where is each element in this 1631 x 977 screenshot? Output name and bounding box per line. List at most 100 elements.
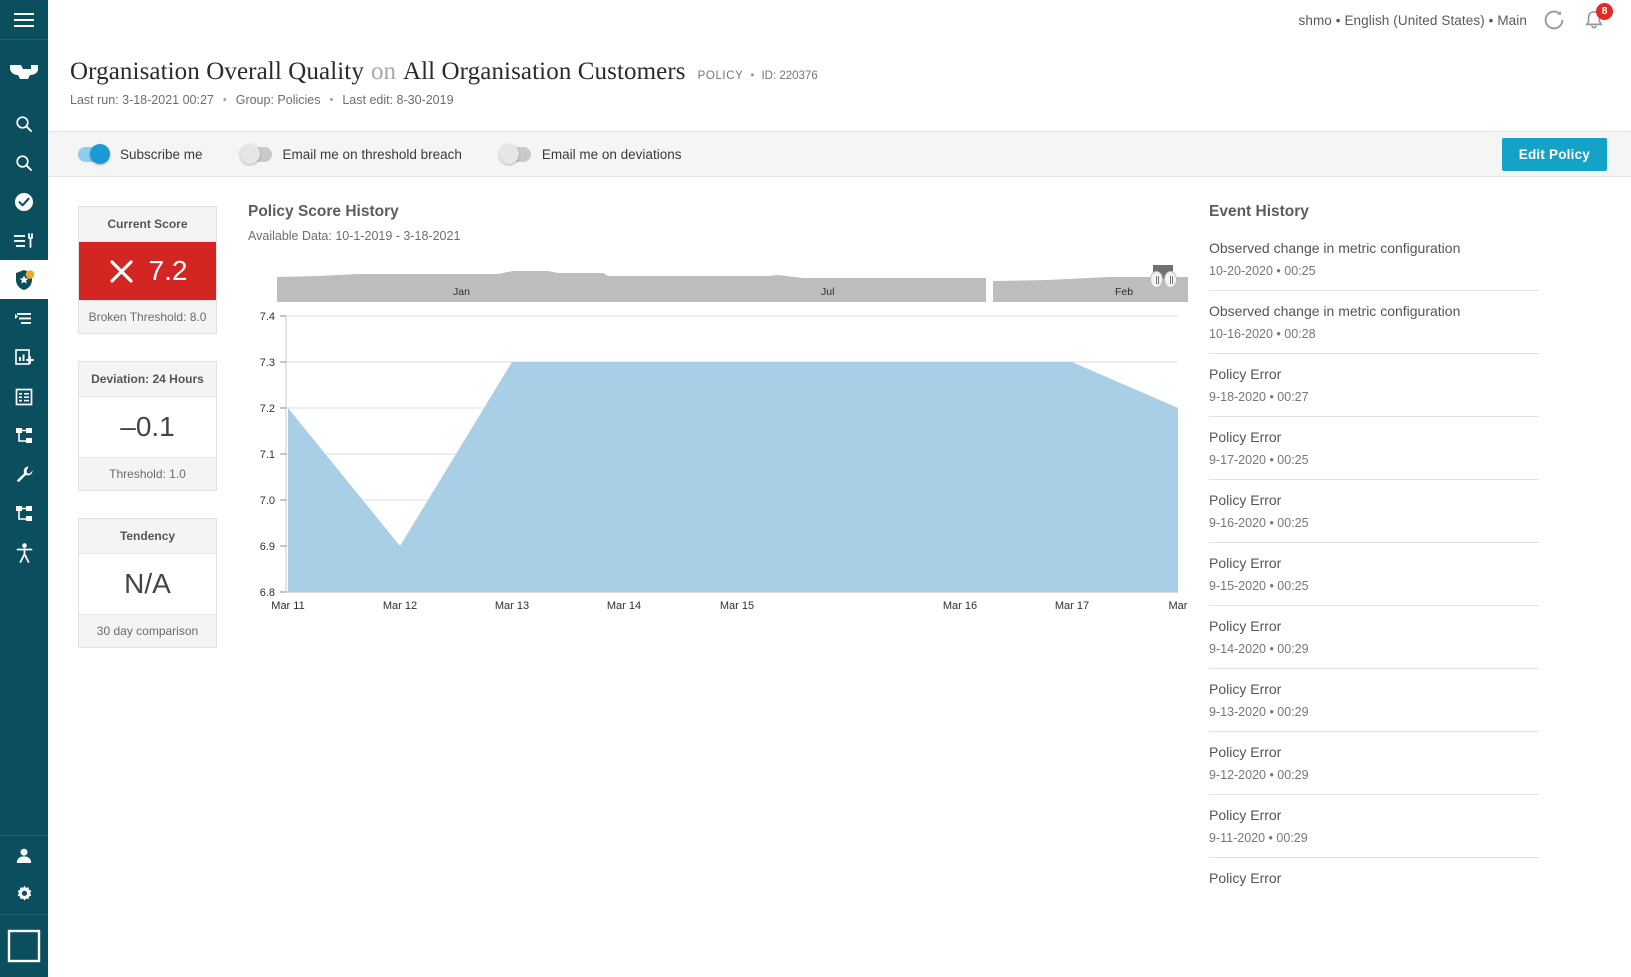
last-edit-label: Last edit: 8-30-2019	[342, 93, 454, 107]
left-sidebar	[0, 0, 48, 977]
kpi-cards: Current Score 7.2 Broken Threshold: 8.0 …	[78, 206, 217, 675]
chart-plot-area[interactable]: 7.4 7.3 7.2 7.1 7.0 6.9 6.8 Mar 11 Mar 1…	[248, 304, 1188, 624]
policy-score-history-chart: Policy Score History Available Data: 10-…	[248, 203, 1188, 624]
event-history-item[interactable]: Policy Error 9-15-2020 • 00:25	[1209, 555, 1539, 606]
list-tools-icon	[14, 232, 33, 248]
wrench-icon	[16, 466, 33, 483]
sidebar-item-settings[interactable]	[0, 875, 48, 914]
event-history-item[interactable]: Observed change in metric configuration 1…	[1209, 303, 1539, 354]
edit-policy-button[interactable]: Edit Policy	[1501, 137, 1607, 171]
event-timestamp: 9-14-2020 • 00:29	[1209, 642, 1309, 656]
page-submeta: Last run: 3-18-2021 00:27 • Group: Polic…	[70, 93, 1170, 107]
accessibility-icon	[16, 542, 32, 563]
event-history-item[interactable]: Policy Error 9-14-2020 • 00:29	[1209, 618, 1539, 669]
anvil-logo-icon[interactable]	[0, 40, 48, 104]
tendency-card: Tendency N/A 30 day comparison	[78, 518, 217, 648]
sidebar-item-accessibility[interactable]	[0, 533, 48, 572]
y-tick-7-4: 7.4	[260, 311, 275, 323]
event-history-item[interactable]: Policy Error 9-17-2020 • 00:25	[1209, 429, 1539, 480]
table-icon	[15, 388, 33, 405]
page-root: shmo • English (United States) • Main 8 …	[0, 0, 1631, 977]
event-name: Policy Error	[1209, 744, 1282, 760]
event-name: Observed change in metric configuration	[1209, 240, 1461, 256]
event-name: Policy Error	[1209, 681, 1282, 697]
event-history-item[interactable]: Policy Error 9-11-2020 • 00:29	[1209, 807, 1539, 858]
sidebar-item-search[interactable]	[0, 104, 48, 143]
event-history-item[interactable]: Policy Error 9-13-2020 • 00:29	[1209, 681, 1539, 732]
panel-frame-icon[interactable]	[0, 915, 48, 977]
chart-x-axis: Mar 11 Mar 12 Mar 13 Mar 14 Mar 15 Mar 1…	[271, 600, 1188, 612]
y-tick-7-3: 7.3	[260, 357, 275, 369]
submeta-dot-1: •	[222, 94, 227, 106]
x-tick-mar-13: Mar 13	[495, 600, 529, 612]
entity-kind-label: POLICY	[697, 70, 744, 82]
email-deviations-label: Email me on deviations	[541, 146, 682, 162]
event-name: Policy Error	[1209, 618, 1282, 634]
event-timestamp: 10-16-2020 • 00:28	[1209, 327, 1316, 341]
on-word-label: on	[370, 58, 396, 85]
sidebar-item-tools[interactable]	[0, 455, 48, 494]
sidebar-item-policies[interactable]	[0, 260, 48, 299]
email-threshold-breach-toggle[interactable]: Email me on threshold breach	[239, 144, 462, 164]
bell-icon[interactable]: 8	[1581, 3, 1613, 33]
event-history-item[interactable]: Policy Error 9-12-2020 • 00:29	[1209, 744, 1539, 795]
sidebar-item-lineage[interactable]	[0, 416, 48, 455]
sidebar-item-filters[interactable]	[0, 299, 48, 338]
x-tick-mar-16: Mar 16	[943, 600, 977, 612]
event-timestamp: 9-16-2020 • 00:25	[1209, 516, 1309, 530]
event-name: Policy Error	[1209, 870, 1282, 886]
sidebar-item-discovery[interactable]	[0, 143, 48, 182]
event-history-title: Event History	[1209, 203, 1309, 220]
event-history-item[interactable]: Policy Error 9-18-2020 • 00:27	[1209, 366, 1539, 417]
score-area-series	[288, 362, 1178, 592]
current-score-card: Current Score 7.2 Broken Threshold: 8.0	[78, 206, 217, 334]
event-timestamp: 9-11-2020 • 00:29	[1209, 831, 1308, 845]
event-history-item[interactable]: Policy Error 9-16-2020 • 00:25	[1209, 492, 1539, 543]
x-tick-mar-15: Mar 15	[720, 600, 754, 612]
y-tick-6-8: 6.8	[260, 587, 275, 599]
current-score-value-row: 7.2	[79, 242, 216, 300]
event-history-item[interactable]: Policy Error	[1209, 870, 1539, 906]
hierarchy-icon	[15, 427, 32, 443]
switch-knob	[90, 144, 110, 164]
chart-range-navigator[interactable]: Jan Jul Feb	[248, 257, 1188, 302]
event-name: Policy Error	[1209, 429, 1282, 445]
event-name: Policy Error	[1209, 807, 1282, 823]
title-separator: •	[750, 70, 755, 82]
chart-title: Policy Score History	[248, 203, 399, 220]
event-name: Policy Error	[1209, 555, 1282, 571]
sidebar-item-reports[interactable]	[0, 338, 48, 377]
event-timestamp: 9-17-2020 • 00:25	[1209, 453, 1309, 467]
sidebar-item-profile[interactable]	[0, 836, 48, 875]
tendency-value: N/A	[124, 568, 171, 599]
email-deviations-switch[interactable]	[498, 144, 531, 164]
subscribe-me-switch[interactable]	[78, 144, 110, 164]
y-tick-7-0: 7.0	[260, 495, 275, 507]
hamburger-menu-icon[interactable]	[0, 0, 48, 40]
switch-knob	[498, 144, 519, 164]
email-deviations-toggle[interactable]: Email me on deviations	[498, 144, 682, 164]
sidebar-item-rules[interactable]	[0, 221, 48, 260]
navigator-handle-right[interactable]	[1164, 271, 1177, 288]
sidebar-item-workflow[interactable]	[0, 494, 48, 533]
sidebar-item-catalog[interactable]	[0, 377, 48, 416]
navigator-handle-left[interactable]	[1150, 271, 1163, 288]
sidebar-item-quality[interactable]	[0, 182, 48, 221]
filter-icon	[15, 312, 31, 324]
event-timestamp: 9-15-2020 • 00:25	[1209, 579, 1309, 593]
deviation-threshold: Threshold: 1.0	[79, 457, 216, 490]
chart-available-data: Available Data: 10-1-2019 - 3-18-2021	[248, 229, 461, 243]
hierarchy-icon	[15, 505, 32, 521]
entity-id-label: ID: 220376	[761, 70, 818, 82]
area-chart-svg: 7.4 7.3 7.2 7.1 7.0 6.9 6.8 Mar 11 Mar 1…	[260, 311, 1188, 612]
x-tick-mar: Mar	[1169, 600, 1188, 612]
email-threshold-breach-switch[interactable]	[239, 144, 272, 164]
y-tick-7-1: 7.1	[260, 449, 275, 461]
tendency-comparison: 30 day comparison	[79, 614, 216, 647]
event-timestamp: 9-18-2020 • 00:27	[1209, 390, 1309, 404]
y-tick-6-9: 6.9	[260, 541, 275, 553]
subscribe-me-toggle[interactable]: Subscribe me	[78, 144, 203, 164]
refresh-clock-icon[interactable]	[1541, 7, 1567, 33]
event-history-item[interactable]: Observed change in metric configuration 1…	[1209, 240, 1539, 291]
check-circle-icon	[15, 192, 33, 211]
